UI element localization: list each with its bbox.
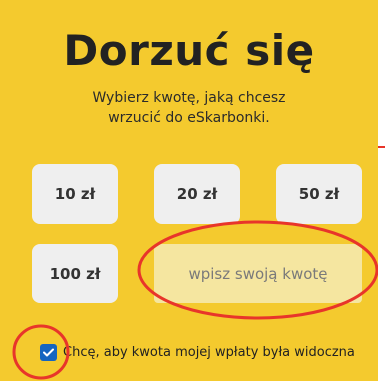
custom-amount-input[interactable] xyxy=(154,244,362,303)
page-title: Dorzuć się xyxy=(63,26,315,75)
amount-button-100[interactable]: 100 zł xyxy=(32,244,118,303)
amount-button-20[interactable]: 20 zł xyxy=(154,164,240,224)
visibility-option[interactable]: Chcę, aby kwota mojej wpłaty była widocz… xyxy=(40,342,355,362)
visibility-label: Chcę, aby kwota mojej wpłaty była widocz… xyxy=(63,344,355,360)
amount-button-50[interactable]: 50 zł xyxy=(276,164,362,224)
donation-panel: Dorzuć się Wybierz kwotę, jaką chcesz wr… xyxy=(0,0,379,381)
visibility-checkbox[interactable] xyxy=(40,343,57,361)
amount-button-10[interactable]: 10 zł xyxy=(32,164,118,224)
page-edge xyxy=(378,0,385,381)
annotation-mark xyxy=(378,146,385,148)
check-icon xyxy=(43,348,54,356)
page-subtitle: Wybierz kwotę, jaką chcesz wrzucić do eS… xyxy=(92,90,286,126)
